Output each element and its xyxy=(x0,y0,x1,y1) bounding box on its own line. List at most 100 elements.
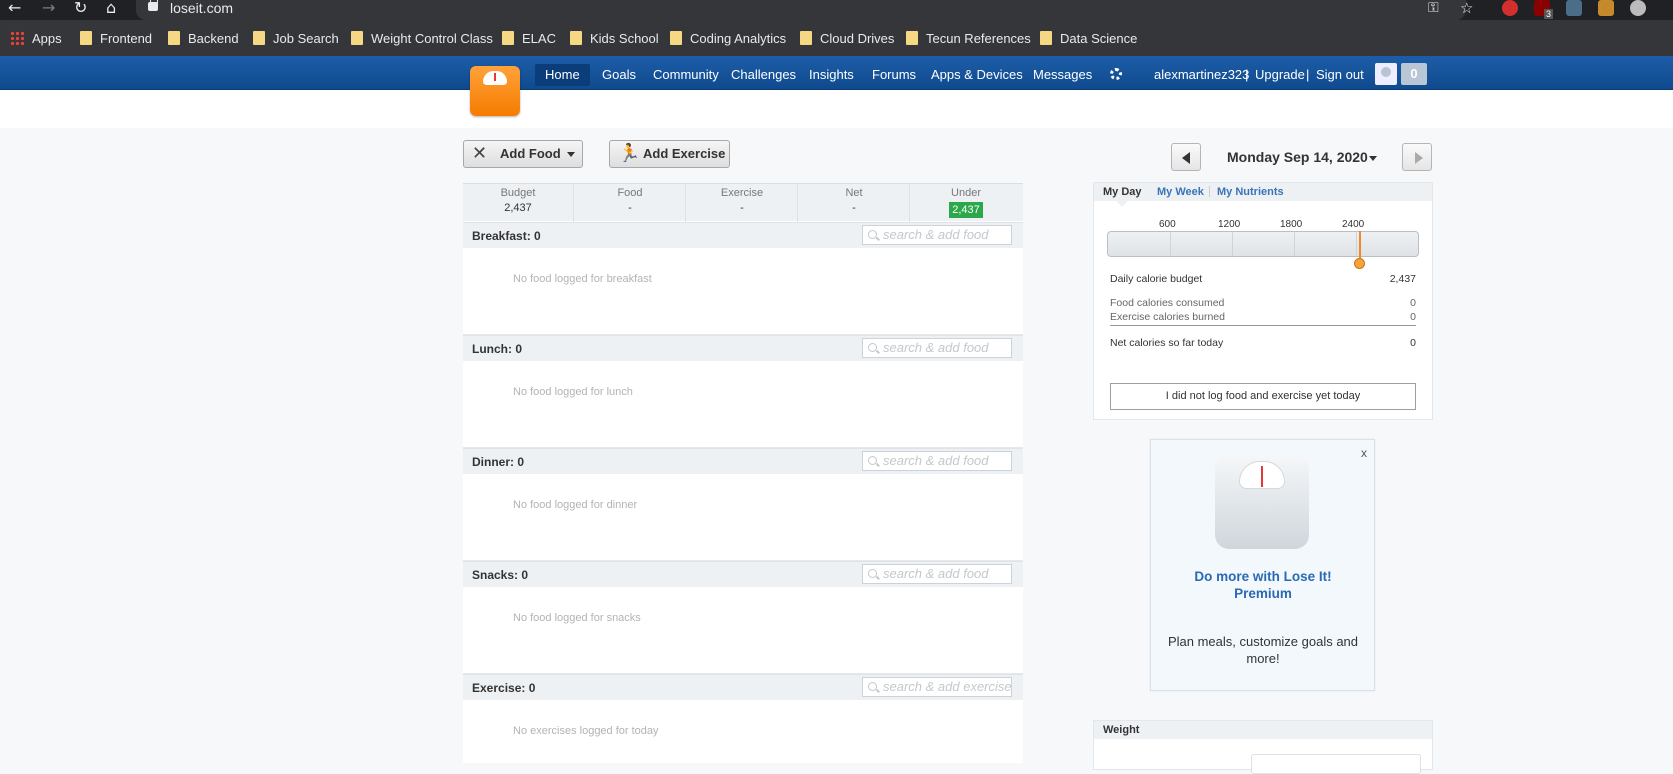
tab-my-nutrients[interactable]: My Nutrients xyxy=(1217,185,1284,199)
key-icon[interactable]: ⚿ xyxy=(1428,0,1439,18)
next-day-button[interactable] xyxy=(1402,143,1432,171)
extension-globe-icon[interactable] xyxy=(1630,0,1646,16)
day-tabs: My Day My Week My Nutrients xyxy=(1094,183,1432,201)
forward-arrow-icon[interactable]: → xyxy=(42,0,55,18)
url-text[interactable]: loseit.com xyxy=(170,0,233,16)
bookmark-folder[interactable]: Cloud Drives xyxy=(800,30,894,48)
nav-home[interactable]: Home xyxy=(535,64,590,86)
meal-title: Exercise: 0 xyxy=(472,681,536,695)
bookmark-apps[interactable]: Apps xyxy=(10,30,62,48)
calorie-needle xyxy=(1359,231,1361,259)
divider xyxy=(1110,325,1416,326)
row-label: Exercise calories burned xyxy=(1110,311,1225,323)
row-label: Daily calorie budget xyxy=(1110,273,1203,285)
lock-icon xyxy=(148,0,158,11)
tab-my-day[interactable]: My Day xyxy=(1103,185,1142,199)
bookmark-folder[interactable]: Tecun References xyxy=(906,30,1031,48)
did-not-log-button[interactable]: I did not log food and exercise yet toda… xyxy=(1110,383,1416,410)
notification-badge[interactable]: 0 xyxy=(1401,63,1427,85)
nav-forums[interactable]: Forums xyxy=(862,64,926,86)
close-icon[interactable]: x xyxy=(1361,446,1367,460)
add-exercise-button[interactable]: 🏃 Add Exercise xyxy=(609,140,730,168)
home-icon[interactable]: ⌂ xyxy=(106,0,116,18)
bookmark-folder[interactable]: Job Search xyxy=(253,30,339,48)
folder-icon xyxy=(1040,31,1052,45)
promo-title-link[interactable]: Do more with Lose It! Premium xyxy=(1171,568,1355,602)
nav-insights[interactable]: Insights xyxy=(799,64,864,86)
search-add-food-input[interactable]: search & add food xyxy=(862,451,1012,471)
folder-icon xyxy=(502,31,514,45)
folder-icon xyxy=(80,31,92,45)
row-value: 0 xyxy=(1410,311,1416,323)
calorie-needle-knob xyxy=(1354,258,1365,269)
arrow-left-icon xyxy=(1182,152,1190,164)
nav-community[interactable]: Community xyxy=(643,64,729,86)
scale-tick-label: 1200 xyxy=(1218,219,1241,230)
meal-empty-text: No food logged for dinner xyxy=(513,499,638,511)
scale-gridline xyxy=(1232,232,1233,256)
nav-separator: | xyxy=(1245,67,1249,82)
row-value: 2,437 xyxy=(1389,273,1416,285)
nav-goals[interactable]: Goals xyxy=(592,64,646,86)
nav-apps-devices[interactable]: Apps & Devices xyxy=(921,64,1033,86)
scale-gridline xyxy=(1170,232,1171,256)
extension-icon[interactable] xyxy=(1566,0,1582,16)
bookmark-folder[interactable]: Data Science xyxy=(1040,30,1137,48)
scale-gridline xyxy=(1356,232,1357,256)
bookmark-folder[interactable]: Frontend xyxy=(80,30,152,48)
nav-challenges[interactable]: Challenges xyxy=(721,64,806,86)
address-bar[interactable] xyxy=(136,0,1466,20)
add-food-button[interactable]: ✕ Add Food xyxy=(463,140,583,168)
scale-logo-icon xyxy=(483,71,507,85)
bookmark-folder[interactable]: Backend xyxy=(168,30,239,48)
meal-empty-text: No food logged for snacks xyxy=(513,612,641,624)
loseit-logo[interactable] xyxy=(470,66,520,116)
summary-divider xyxy=(573,184,574,222)
settings-gear-icon[interactable] xyxy=(1110,68,1122,80)
meal-empty-text: No exercises logged for today xyxy=(513,725,659,737)
search-add-food-input[interactable]: search & add food xyxy=(862,564,1012,584)
search-icon xyxy=(868,343,877,352)
search-icon xyxy=(868,230,877,239)
extension-stop-icon[interactable] xyxy=(1502,0,1518,16)
search-add-food-input[interactable]: search & add food xyxy=(862,225,1012,245)
scale-dial-icon xyxy=(1239,461,1285,489)
weight-header: Weight xyxy=(1094,721,1432,739)
premium-promo: x Do more with Lose It! Premium Plan mea… xyxy=(1150,439,1375,691)
meal-header-lunch: Lunch: 0 search & add food xyxy=(463,335,1023,361)
bookmark-folder[interactable]: Kids School xyxy=(570,30,659,48)
weight-input[interactable] xyxy=(1251,754,1421,774)
meal-empty-text: No food logged for breakfast xyxy=(513,273,652,285)
bookmark-folder[interactable]: Coding Analytics xyxy=(670,30,786,48)
promo-text: Plan meals, customize goals and more! xyxy=(1167,634,1359,666)
bookmark-star-icon[interactable]: ☆ xyxy=(1460,0,1473,18)
bookmark-folder[interactable]: Weight Control Class xyxy=(351,30,493,48)
username-link[interactable]: alexmartinez323 xyxy=(1154,64,1249,86)
arrow-right-icon xyxy=(1415,152,1423,164)
meal-header-dinner: Dinner: 0 search & add food xyxy=(463,448,1023,474)
chevron-down-icon[interactable] xyxy=(1369,156,1377,161)
under-value-badge: 2,437 xyxy=(949,202,983,218)
summary-divider xyxy=(909,184,910,222)
scale-tick-label: 2400 xyxy=(1342,219,1365,230)
reload-icon[interactable]: ↻ xyxy=(74,0,87,18)
signout-link[interactable]: Sign out xyxy=(1316,64,1364,86)
summary-exercise: Exercise - xyxy=(720,187,764,214)
nav-separator: | xyxy=(1306,67,1310,82)
extension-badge: 3 xyxy=(1544,9,1554,19)
upgrade-link[interactable]: Upgrade xyxy=(1255,64,1305,86)
search-icon xyxy=(868,682,877,691)
previous-day-button[interactable] xyxy=(1171,143,1201,171)
avatar[interactable] xyxy=(1375,63,1397,85)
nav-messages[interactable]: Messages xyxy=(1023,64,1102,86)
bookmark-folder[interactable]: ELAC xyxy=(502,30,556,48)
search-add-exercise-input[interactable]: search & add exercise xyxy=(862,677,1012,697)
profile-extension-icon[interactable] xyxy=(1598,0,1614,16)
back-arrow-icon[interactable]: ← xyxy=(8,0,21,18)
meal-title: Snacks: 0 xyxy=(472,568,529,582)
row-label: Food calories consumed xyxy=(1110,297,1225,309)
weight-title: Weight xyxy=(1103,724,1140,736)
search-add-food-input[interactable]: search & add food xyxy=(862,338,1012,358)
current-date[interactable]: Monday Sep 14, 2020 xyxy=(1227,149,1368,165)
tab-my-week[interactable]: My Week xyxy=(1157,185,1204,199)
